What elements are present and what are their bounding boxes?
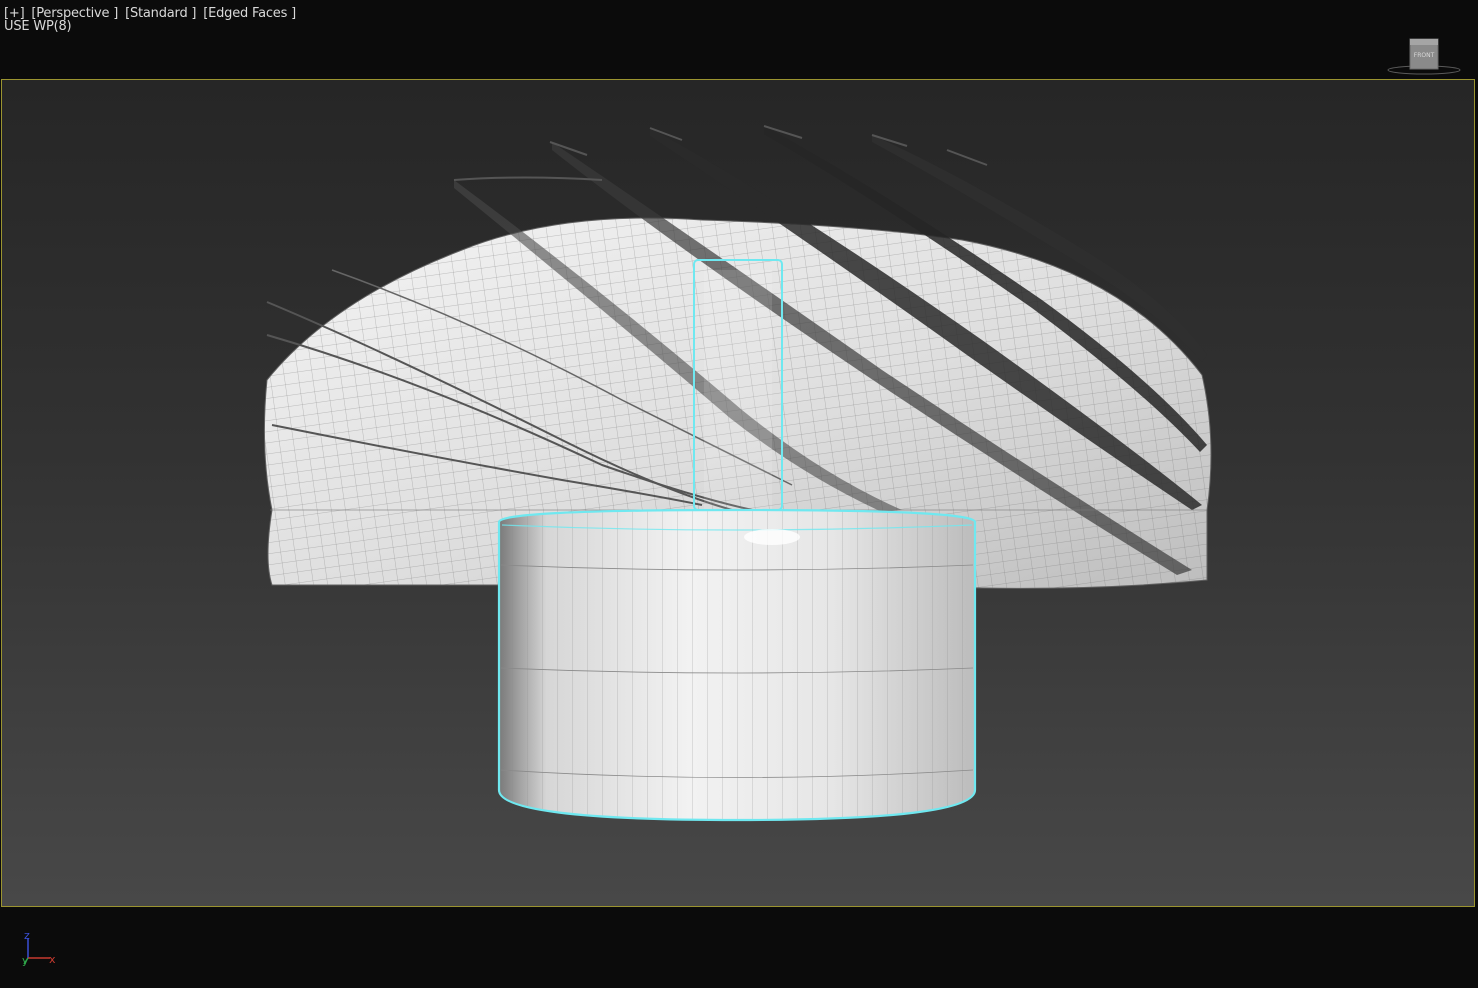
- viewport[interactable]: [+] [Perspective ] [Standard ] [Edged Fa…: [0, 0, 1478, 988]
- axis-z-label: z: [24, 929, 30, 942]
- axis-y-label: y: [22, 954, 29, 967]
- viewport-shading-menu[interactable]: [Edged Faces ]: [203, 6, 296, 21]
- viewport-canvas[interactable]: [1, 79, 1475, 907]
- axis-tripod-icon: z y x: [18, 926, 68, 970]
- scene-render[interactable]: [2, 80, 1475, 907]
- center-shaft[interactable]: [693, 259, 783, 511]
- viewport-preset-menu[interactable]: [Standard ]: [125, 6, 196, 21]
- axis-x-label: x: [49, 953, 56, 966]
- cylinder-base[interactable]: [497, 508, 977, 822]
- viewcube-icon[interactable]: FRONT: [1386, 36, 1462, 78]
- workplane-label: USE WP(8): [4, 19, 72, 34]
- viewcube-face-label: FRONT: [1414, 52, 1435, 59]
